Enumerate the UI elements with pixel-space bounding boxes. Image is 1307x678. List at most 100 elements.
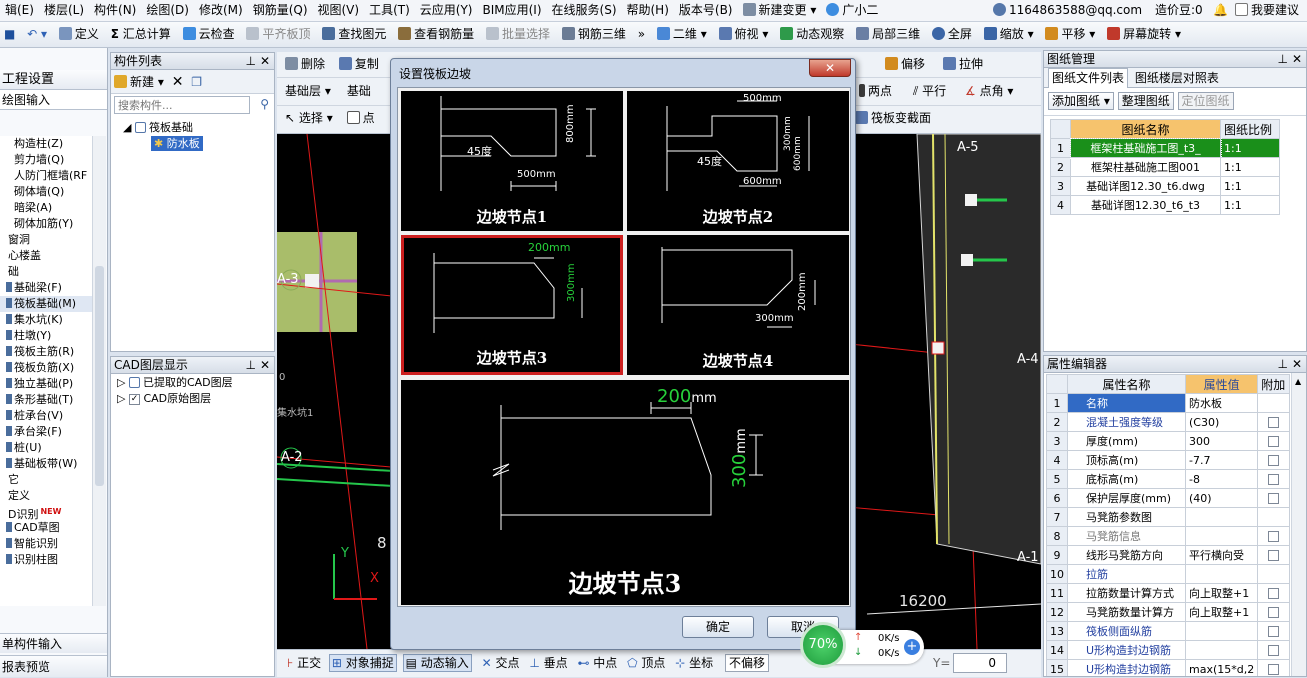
copy-button[interactable]: 复制 xyxy=(338,57,379,71)
close-icon[interactable]: ✕ xyxy=(1292,356,1302,372)
new-component-button[interactable]: 新建 ▾ xyxy=(114,75,164,89)
delete-icon[interactable]: ✕ xyxy=(172,74,184,90)
find-element-button[interactable]: 查找图元 xyxy=(318,22,390,46)
nav-item[interactable]: 识别柱图 xyxy=(0,552,92,568)
additional-checkbox[interactable] xyxy=(1268,645,1280,656)
fullscreen-button[interactable]: 全屏 xyxy=(928,22,976,46)
slope-node-1-option[interactable]: 45度 500mm 800mm 边坡节点1 xyxy=(401,91,623,231)
collapse-icon[interactable]: ◢ xyxy=(123,121,131,134)
close-icon[interactable]: ✕ xyxy=(1292,51,1302,67)
property-row[interactable]: 10 拉筋 xyxy=(1046,564,1290,584)
additional-checkbox[interactable] xyxy=(1268,455,1280,466)
dynamic-input-toggle[interactable]: ▤ 动态输入 xyxy=(402,654,472,672)
menu-tools[interactable]: 工具(T) xyxy=(364,0,415,20)
tree-node-waterproof-board[interactable]: ✱ 防水板 xyxy=(111,136,274,152)
dialog-close-button[interactable]: ✕ xyxy=(809,59,851,77)
local-3d-button[interactable]: 局部三维 xyxy=(852,22,924,46)
property-row[interactable]: 8 马凳筋信息 xyxy=(1046,526,1290,546)
nav-item[interactable]: 集水坑(K) xyxy=(0,312,92,328)
vertex-snap[interactable]: ⬠ 顶点 xyxy=(627,656,665,670)
define-button[interactable]: 定义 xyxy=(55,22,103,46)
nav-item[interactable]: 筏板负筋(X) xyxy=(0,360,92,376)
menu-assistant[interactable]: 广小二 xyxy=(821,0,883,20)
menu-view[interactable]: 视图(V) xyxy=(313,0,365,20)
suggest-link[interactable]: 我要建议 xyxy=(1230,0,1304,20)
nav-item[interactable]: 桩承台(V) xyxy=(0,408,92,424)
top-view-button[interactable]: 俯视 ▾ xyxy=(715,22,773,46)
cad-layer-original[interactable]: ▷ ✓ CAD原始图层 xyxy=(111,391,274,407)
dynamic-view-button[interactable]: 动态观察 xyxy=(776,22,848,46)
nav-item[interactable]: 它 xyxy=(0,472,92,488)
point-angle-button[interactable]: ∡ 点角 ▾ xyxy=(965,78,1013,104)
property-row[interactable]: 2 混凝土强度等级 (C30) xyxy=(1046,412,1290,432)
floor-select[interactable]: 基础层 ▾ xyxy=(285,78,343,104)
menu-rebar[interactable]: 钢筋量(Q) xyxy=(248,0,313,20)
property-row[interactable]: 11 拉筋数量计算方式 向上取整+1 xyxy=(1046,583,1290,603)
property-row[interactable]: 7 马凳筋参数图 xyxy=(1046,507,1290,527)
nav-item[interactable]: 剪力墙(Q) xyxy=(0,152,92,168)
search-icon[interactable]: ⚲ xyxy=(260,97,269,111)
cloud-check-button[interactable]: 云检查 xyxy=(179,22,239,46)
menu-bim[interactable]: BIM应用(I) xyxy=(477,0,546,20)
zoom-button[interactable]: 缩放 ▾ xyxy=(980,22,1038,46)
object-snap-toggle[interactable]: ⊞ 对象捕捉 xyxy=(328,654,397,672)
coordinate-snap[interactable]: ⊹ 坐标 xyxy=(675,656,713,670)
property-row[interactable]: 12 马凳筋数量计算方 向上取整+1 xyxy=(1046,602,1290,622)
save-icon[interactable]: ■ xyxy=(0,22,19,46)
property-row[interactable]: 13 筏板侧面纵筋 xyxy=(1046,621,1290,641)
screen-rotate-button[interactable]: 屏幕旋转 ▾ xyxy=(1103,22,1185,46)
pin-icon[interactable]: ⊥ xyxy=(1278,51,1288,67)
slope-node-3-option[interactable]: 200mm 300mm 边坡节点3 xyxy=(401,235,623,375)
nav-item[interactable]: 筏板基础(M) xyxy=(0,296,92,312)
additional-checkbox[interactable] xyxy=(1268,550,1280,561)
nav-item[interactable]: 智能识别 xyxy=(0,536,92,552)
raft-section-button[interactable]: 筏板变截面 xyxy=(855,106,931,130)
left-nav-scrollbar[interactable] xyxy=(92,136,106,606)
property-row[interactable]: 4 顶标高(m) -7.7 xyxy=(1046,450,1290,470)
arrange-drawing-button[interactable]: 整理图纸 xyxy=(1117,92,1174,110)
slope-node-2-option[interactable]: 500mm 45度 600mm 300mm 600mm 边坡节点2 xyxy=(627,91,849,231)
property-scrollbar[interactable]: ▲ xyxy=(1291,373,1306,676)
two-d-button[interactable]: 二维 ▾ xyxy=(653,22,711,46)
copy-icon[interactable]: ❐ xyxy=(191,75,202,89)
select-button[interactable]: ↖ 选择 ▾ xyxy=(285,111,333,125)
menu-cloud[interactable]: 云应用(Y) xyxy=(415,0,478,20)
additional-checkbox[interactable] xyxy=(1268,607,1280,618)
nav-item[interactable]: 构造柱(Z) xyxy=(0,136,92,152)
nav-item[interactable]: 础 xyxy=(0,264,92,280)
nav-item[interactable]: 柱墩(Y) xyxy=(0,328,92,344)
nav-item[interactable]: 承台梁(F) xyxy=(0,424,92,440)
base-select[interactable]: 基础 xyxy=(347,84,371,98)
additional-checkbox[interactable] xyxy=(1268,417,1280,428)
ortho-toggle[interactable]: ⊦ 正交 xyxy=(287,656,321,670)
sum-calc-button[interactable]: Σ 汇总计算 xyxy=(107,22,175,46)
menu-version[interactable]: 版本号(B) xyxy=(674,0,738,20)
property-row[interactable]: 1 名称 防水板 xyxy=(1046,393,1290,413)
additional-checkbox[interactable] xyxy=(1268,531,1280,542)
property-row[interactable]: 15 U形构造封边钢筋 max(15*d,2 xyxy=(1046,659,1290,676)
nav-item[interactable]: 独立基础(P) xyxy=(0,376,92,392)
undo-icon[interactable]: ↶ ▾ xyxy=(23,22,51,46)
tree-node-raft-foundation[interactable]: ◢ 筏板基础 xyxy=(111,120,274,136)
view-rebar-button[interactable]: 查看钢筋量 xyxy=(394,22,478,46)
single-input-tab[interactable]: 单构件输入 xyxy=(0,633,107,653)
menu-help[interactable]: 帮助(H) xyxy=(622,0,674,20)
expand-speed-icon[interactable]: + xyxy=(904,639,920,655)
property-row[interactable]: 6 保护层厚度(mm) (40) xyxy=(1046,488,1290,508)
tab-drawing-floor-map[interactable]: 图纸楼层对照表 xyxy=(1132,69,1222,88)
property-row[interactable]: 3 厚度(mm) 300 xyxy=(1046,431,1290,451)
additional-checkbox[interactable] xyxy=(1268,436,1280,447)
account-email[interactable]: 1164863588@qq.com xyxy=(988,0,1147,20)
drawing-row[interactable]: 4 基础详图12.30_t6_t3 1:1 xyxy=(1050,195,1280,215)
nav-item[interactable]: 桩(U) xyxy=(0,440,92,456)
perpendicular-snap[interactable]: ⊥ 垂点 xyxy=(529,656,567,670)
ok-button[interactable]: 确定 xyxy=(682,616,754,638)
close-icon[interactable]: ✕ xyxy=(260,357,270,373)
two-points-button[interactable]: 两点 xyxy=(859,78,892,104)
tab-drawing-file-list[interactable]: 图纸文件列表 xyxy=(1048,68,1129,88)
point-button[interactable]: 点 xyxy=(346,111,375,125)
drawing-input-tab[interactable]: 绘图输入 xyxy=(0,90,107,110)
speed-widget[interactable]: 70% ↑ ↓ 0K/s 0K/s + xyxy=(800,622,924,668)
close-icon[interactable]: ✕ xyxy=(260,53,270,69)
nav-item[interactable]: 定义 xyxy=(0,488,92,504)
